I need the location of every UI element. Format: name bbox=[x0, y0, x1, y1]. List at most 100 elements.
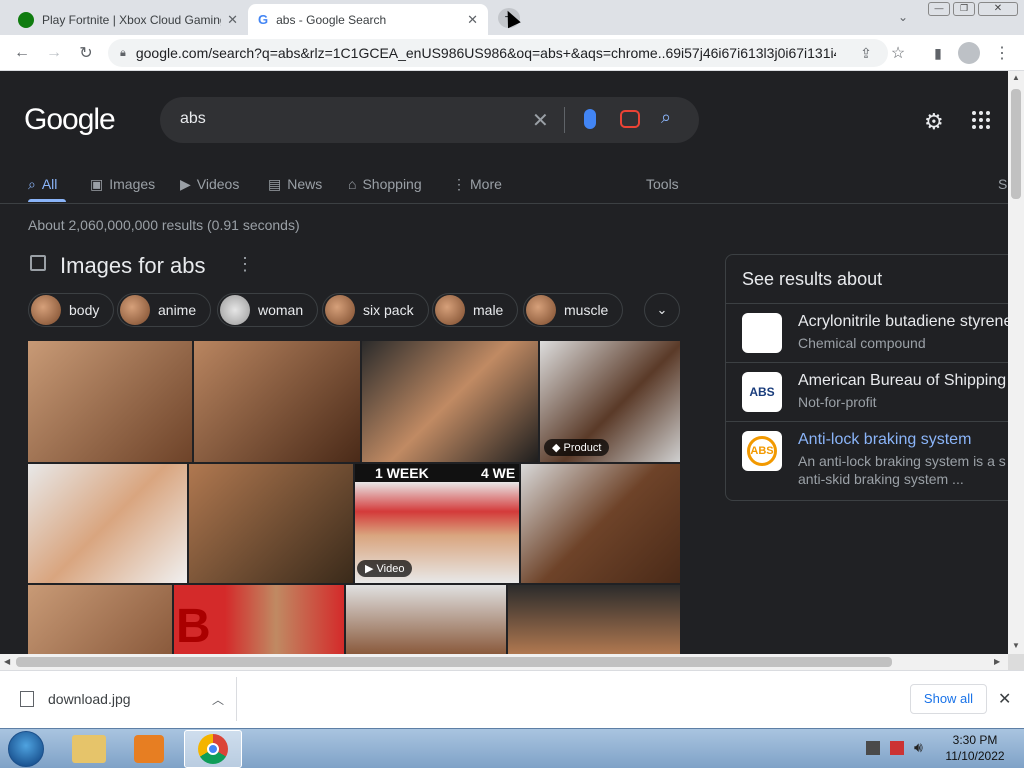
xbox-icon bbox=[18, 11, 34, 28]
search-icon[interactable]: ⌕ bbox=[661, 107, 671, 128]
see-results-about-panel: See results about Acrylonitrile butadien… bbox=[725, 254, 1008, 501]
image-result[interactable] bbox=[28, 341, 192, 462]
profile-avatar[interactable] bbox=[958, 42, 980, 64]
apps-grid-icon[interactable] bbox=[972, 111, 990, 129]
entity-anti-lock-braking[interactable]: ABS Anti-lock braking system An anti-lock… bbox=[742, 431, 1006, 487]
chip-anime[interactable]: anime bbox=[117, 293, 212, 327]
reload-button[interactable]: ↻ bbox=[74, 41, 98, 65]
entity-subtitle: An anti-lock braking system is a s bbox=[798, 453, 1006, 469]
file-explorer-icon[interactable] bbox=[72, 735, 106, 763]
tab-fortnite[interactable]: Play Fortnite | Xbox Cloud Gaming ✕ bbox=[8, 4, 248, 35]
chip-body[interactable]: body bbox=[28, 293, 115, 327]
image-result[interactable] bbox=[362, 341, 538, 462]
start-button[interactable] bbox=[8, 731, 44, 767]
red-letter: B bbox=[176, 600, 211, 653]
tab-more[interactable]: ⋮ More bbox=[452, 173, 502, 195]
tab-search-chevron-icon[interactable]: ⌄ bbox=[898, 10, 908, 24]
divider bbox=[726, 421, 1008, 422]
windows-taskbar: 🔊︎ 3:30 PM 11/10/2022 bbox=[0, 728, 1024, 768]
product-badge: ◆ Product bbox=[544, 439, 610, 456]
more-options-icon[interactable]: ⋮ bbox=[236, 254, 254, 275]
tab-label: Shopping bbox=[362, 176, 422, 192]
chevron-up-icon[interactable]: ︿ bbox=[212, 691, 224, 708]
back-button[interactable]: ← bbox=[10, 41, 34, 65]
chip-male[interactable]: male bbox=[432, 293, 519, 327]
scroll-thumb[interactable] bbox=[1011, 89, 1021, 199]
tab-all[interactable]: ⌕ All bbox=[28, 173, 57, 195]
settings-gear-icon[interactable]: ⚙ bbox=[924, 109, 944, 135]
entity-acrylonitrile[interactable]: Acrylonitrile butadiene styrene Chemical … bbox=[742, 313, 1008, 353]
week4-text: 4 WE bbox=[481, 465, 516, 481]
tools-button[interactable]: Tools bbox=[646, 173, 679, 195]
clock-date: 11/10/2022 bbox=[945, 749, 1005, 763]
media-player-icon[interactable] bbox=[134, 735, 164, 763]
images-heading[interactable]: Images for abs bbox=[60, 253, 206, 279]
chip-six-pack[interactable]: six pack bbox=[322, 293, 429, 327]
bookmark-star-icon[interactable]: ☆ bbox=[886, 41, 910, 65]
image-result[interactable] bbox=[28, 585, 172, 654]
share-icon[interactable]: ⇪ bbox=[854, 41, 878, 65]
tab-shopping[interactable]: ⌂ Shopping bbox=[348, 173, 422, 195]
tab-videos[interactable]: ▶ Videos bbox=[180, 173, 239, 195]
vertical-scrollbar[interactable]: ▲ ▼ bbox=[1008, 71, 1024, 654]
image-result[interactable]: B bbox=[174, 585, 344, 654]
side-panel-icon[interactable]: ▮ bbox=[926, 41, 950, 65]
entity-subtitle: Not-for-profit bbox=[798, 394, 877, 410]
forward-button[interactable]: → bbox=[42, 41, 66, 65]
google-logo[interactable]: Google bbox=[24, 103, 116, 137]
download-item[interactable]: download.jpg ︿ bbox=[12, 679, 236, 719]
network-icon[interactable] bbox=[866, 741, 880, 755]
clock[interactable]: 3:30 PM 11/10/2022 bbox=[940, 733, 1010, 763]
tab-cut-off[interactable]: S bbox=[998, 173, 1007, 195]
scroll-right-arrow[interactable]: ▶ bbox=[994, 657, 1000, 666]
scroll-up-arrow[interactable]: ▲ bbox=[1012, 73, 1020, 82]
clear-icon[interactable]: ✕ bbox=[532, 108, 549, 133]
scroll-left-arrow[interactable]: ◀ bbox=[4, 657, 10, 666]
close-window-button[interactable]: ✕ bbox=[978, 2, 1018, 16]
scroll-down-arrow[interactable]: ▼ bbox=[1012, 641, 1020, 650]
chrome-taskbar-button[interactable] bbox=[184, 730, 242, 768]
chevron-down-icon[interactable]: ⌄ bbox=[644, 293, 680, 327]
image-result[interactable] bbox=[508, 585, 680, 654]
image-result[interactable] bbox=[194, 341, 360, 462]
image-result[interactable]: 1 WEEK 4 WE ▶ Video bbox=[355, 464, 519, 583]
chip-woman[interactable]: woman bbox=[217, 293, 319, 327]
file-image-icon bbox=[20, 691, 34, 707]
lock-icon: 🔒︎ bbox=[120, 46, 126, 59]
chip-label: anime bbox=[158, 302, 197, 318]
mic-icon[interactable] bbox=[584, 109, 596, 129]
entity-american-bureau[interactable]: ABS American Bureau of Shipping Not-for-p… bbox=[742, 372, 1006, 412]
more-vert-icon: ⋮ bbox=[452, 175, 466, 192]
show-all-button[interactable]: Show all bbox=[910, 684, 987, 714]
action-center-icon[interactable] bbox=[890, 741, 904, 755]
image-result[interactable] bbox=[189, 464, 353, 583]
search-icon: ⌕ bbox=[28, 175, 36, 192]
lens-icon[interactable] bbox=[620, 110, 640, 128]
image-result[interactable] bbox=[346, 585, 506, 654]
chip-label: male bbox=[473, 302, 504, 318]
tab-images[interactable]: ▣ Images bbox=[90, 173, 155, 195]
chip-label: woman bbox=[258, 302, 304, 318]
close-tab-icon[interactable]: ✕ bbox=[467, 12, 478, 28]
volume-icon[interactable]: 🔊︎ bbox=[914, 739, 923, 756]
horizontal-scrollbar[interactable]: ◀ ▶ bbox=[0, 654, 1008, 670]
tab-news[interactable]: ▤ News bbox=[268, 173, 322, 195]
image-result[interactable]: ◆ Product bbox=[540, 341, 680, 462]
image-result[interactable] bbox=[521, 464, 680, 583]
close-tab-icon[interactable]: ✕ bbox=[227, 12, 238, 28]
scroll-thumb[interactable] bbox=[16, 657, 892, 667]
search-box[interactable]: abs ✕ ⌕ bbox=[160, 97, 699, 143]
search-input[interactable]: abs bbox=[180, 110, 206, 128]
image-result[interactable] bbox=[28, 464, 187, 583]
chrome-menu-icon[interactable]: ⋮ bbox=[990, 41, 1014, 65]
close-download-bar-icon[interactable]: ✕ bbox=[998, 689, 1011, 709]
divider bbox=[726, 362, 1008, 363]
product-label: Product bbox=[563, 442, 602, 454]
minimize-button[interactable]: — bbox=[928, 2, 950, 16]
tab-google-search[interactable]: G abs - Google Search ✕ bbox=[248, 4, 488, 35]
address-bar[interactable]: 🔒︎ google.com/search?q=abs&rlz=1C1GCEA_e… bbox=[108, 39, 888, 67]
restore-button[interactable]: ❐ bbox=[953, 2, 975, 16]
chip-muscle[interactable]: muscle bbox=[523, 293, 624, 327]
chip-thumbnail bbox=[120, 295, 150, 325]
play-icon: ▶ bbox=[365, 563, 377, 575]
